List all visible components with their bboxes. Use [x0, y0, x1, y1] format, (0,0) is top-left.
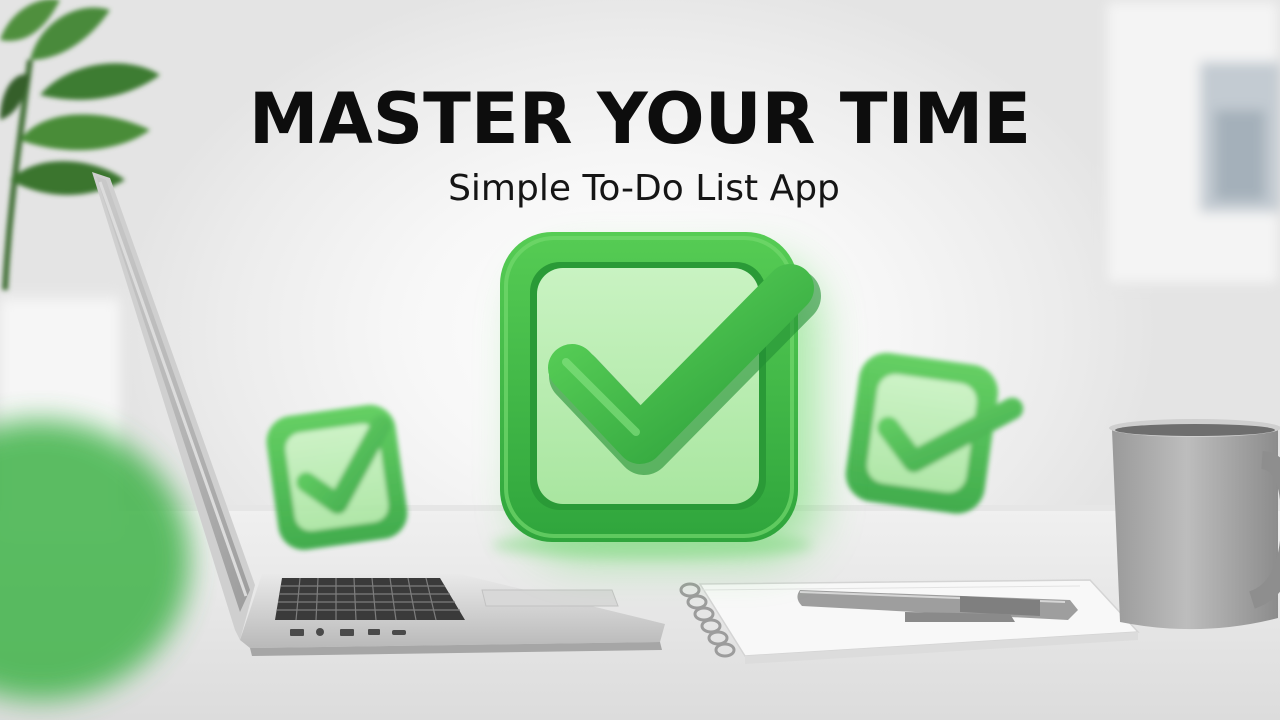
laptop-keyboard — [275, 577, 465, 621]
main-checkbox-graphic — [500, 232, 821, 542]
laptop-trackpad — [481, 589, 619, 607]
subheadline: Simple To-Do List App — [448, 168, 840, 209]
right-checkbox-graphic — [845, 352, 1024, 514]
coffee-mug — [1109, 419, 1280, 630]
left-checkbox-graphic — [266, 404, 408, 550]
hero-banner: MASTER YOUR TIME Simple To-Do List App — [0, 0, 1280, 720]
headline: MASTER YOUR TIME — [248, 78, 1032, 160]
